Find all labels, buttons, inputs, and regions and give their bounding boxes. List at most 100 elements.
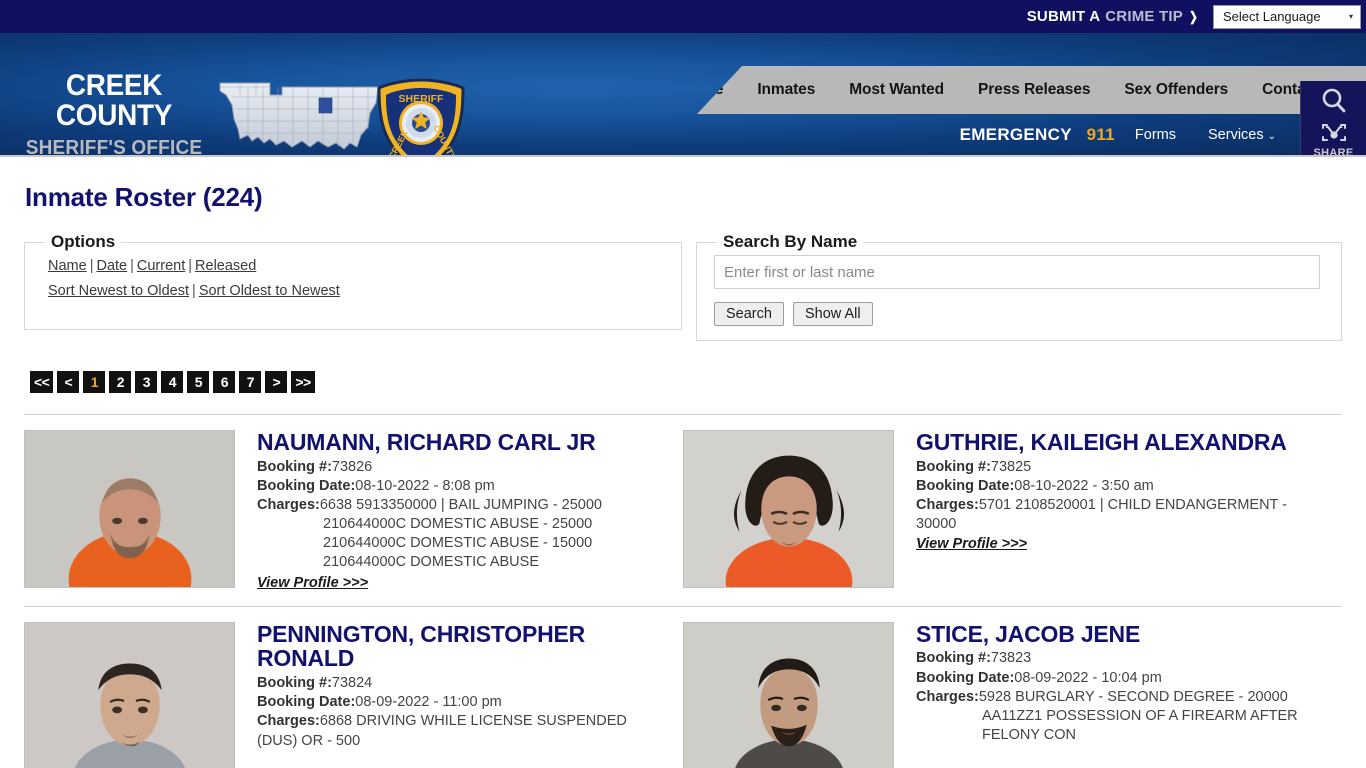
pagination-first[interactable]: <<: [30, 371, 54, 393]
chevron-down-icon: ▾: [1348, 12, 1353, 21]
search-panel: Search By Name Search Show All: [696, 232, 1342, 341]
charges-label: Charges:: [257, 497, 320, 514]
pagination-page-4[interactable]: 4: [161, 371, 184, 393]
inmate-info: STICE, JACOB JENE Booking #:73823 Bookin…: [894, 620, 1326, 768]
booking-date-label: Booking Date:: [257, 694, 356, 711]
inmate-name: STICE, JACOB JENE: [916, 620, 1141, 647]
option-link-released[interactable]: Released: [195, 258, 256, 274]
filters-row: Options Name | Date | Current | Released Sort …: [24, 232, 1342, 341]
pagination-page-1[interactable]: 1: [83, 371, 106, 393]
pagination-page-7[interactable]: 7: [239, 371, 262, 393]
search-input[interactable]: [714, 255, 1320, 289]
inmate-booking-number: Booking #:73825: [916, 458, 1326, 477]
booking-date-label: Booking Date:: [916, 669, 1015, 686]
inmate-card: GUTHRIE, KAILEIGH ALEXANDRA Booking #:73…: [683, 430, 1342, 592]
pagination-page-6[interactable]: 6: [213, 371, 236, 393]
separator: |: [89, 258, 94, 274]
option-link-sort-oldest-newest[interactable]: Sort Oldest to Newest: [199, 283, 340, 299]
crime-tip-highlight: CRIME TIP: [1105, 8, 1183, 25]
emergency-number: 911: [1086, 124, 1115, 144]
inmate-card: STICE, JACOB JENE Booking #:73823 Bookin…: [683, 620, 1342, 768]
page-title: Inmate Roster (224): [25, 182, 263, 212]
pagination-page-2[interactable]: 2: [109, 371, 132, 393]
options-sort-links: Sort Newest to Oldest | Sort Oldest to New…: [48, 283, 669, 299]
roster-row: PENNINGTON, CHRISTOPHER RONALD Booking #…: [24, 605, 1342, 768]
chevron-right-icon: ❯: [1189, 9, 1198, 24]
pagination-next[interactable]: >: [265, 371, 288, 393]
share-icon[interactable]: [1319, 121, 1349, 150]
booking-number-label: Booking #:: [916, 650, 991, 667]
inmate-charges: Charges:6868 DRIVING WHILE LICENSE SUSPE…: [257, 712, 667, 750]
search-legend: Search By Name: [723, 232, 858, 251]
show-all-button[interactable]: Show All: [792, 302, 873, 326]
emergency-callout: EMERGENCY 911: [960, 125, 1115, 145]
inmate-booking-date: Booking Date:08-10-2022 - 8:08 pm: [257, 477, 667, 496]
booking-number-value: 73825: [990, 458, 1032, 475]
view-profile-link[interactable]: View Profile >>>: [916, 536, 1027, 552]
options-legend: Options: [51, 232, 116, 251]
mugshot-photo: [24, 430, 235, 588]
option-link-current[interactable]: Current: [137, 258, 185, 274]
nav-item-forms[interactable]: Forms: [1119, 127, 1192, 143]
nav-item-sex-offenders[interactable]: Sex Offenders: [1107, 81, 1245, 99]
booking-number-label: Booking #:: [257, 458, 332, 475]
top-utility-bar: SUBMIT A CRIME TIP ❯ Select Language ▾: [0, 0, 1366, 33]
charges-label: Charges:: [916, 688, 979, 705]
separator: |: [192, 283, 196, 299]
inmate-name: PENNINGTON, CHRISTOPHER RONALD: [257, 620, 586, 672]
inmate-name: NAUMANN, RICHARD CARL JR: [257, 429, 596, 455]
inmate-info: PENNINGTON, CHRISTOPHER RONALD Booking #…: [235, 620, 667, 768]
inmate-roster-list: NAUMANN, RICHARD CARL JR Booking #:73826…: [24, 414, 1342, 768]
pagination-page-5[interactable]: 5: [187, 371, 210, 393]
roster-row: NAUMANN, RICHARD CARL JR Booking #:73826…: [24, 414, 1342, 592]
inmate-card: PENNINGTON, CHRISTOPHER RONALD Booking #…: [24, 620, 683, 768]
charge-item: 6638 5913350000 | BAIL JUMPING - 25000: [319, 497, 602, 514]
booking-number-label: Booking #:: [916, 458, 991, 475]
select-language-dropdown[interactable]: Select Language ▾: [1213, 4, 1361, 29]
booking-date-label: Booking Date:: [916, 477, 1015, 494]
pagination: << < 1 2 3 4 5 6 7 > >>: [30, 371, 1342, 393]
nav-item-press-releases[interactable]: Press Releases: [961, 81, 1107, 99]
pagination-page-3[interactable]: 3: [135, 371, 158, 393]
option-link-name[interactable]: Name: [48, 258, 87, 274]
nav-item-most-wanted[interactable]: Most Wanted: [832, 81, 961, 99]
share-label: SHARE: [1313, 147, 1354, 155]
search-button[interactable]: Search: [714, 302, 784, 326]
inmate-card: NAUMANN, RICHARD CARL JR Booking #:73826…: [24, 430, 683, 592]
nav-item-home[interactable]: Home: [697, 81, 740, 99]
pagination-last[interactable]: >>: [291, 371, 315, 393]
chevron-down-icon: ⌄: [1267, 130, 1276, 142]
inmate-charges: Charges:5928 BURGLARY - SECOND DEGREE - …: [916, 688, 1326, 745]
option-link-date[interactable]: Date: [96, 258, 127, 274]
charge-item: AA11ZZ1 POSSESSION OF A FIREARM AFTER FE…: [982, 707, 1298, 743]
nav-item-services[interactable]: Services ⌄: [1192, 127, 1284, 143]
pagination-prev[interactable]: <: [57, 371, 80, 393]
separator: |: [130, 258, 134, 274]
inmate-booking-number: Booking #:73826: [257, 458, 667, 477]
booking-date-value: 08-10-2022 - 8:08 pm: [355, 477, 495, 494]
inmate-info: NAUMANN, RICHARD CARL JR Booking #:73826…: [235, 430, 667, 592]
booking-number-value: 73826: [331, 458, 373, 475]
mugshot-photo: [683, 621, 894, 768]
view-profile-link[interactable]: View Profile >>>: [257, 575, 368, 591]
mugshot-photo: [683, 430, 894, 588]
inmate-booking-number: Booking #:73823: [916, 649, 1326, 668]
site-masthead: CREEK COUNTY SHERIFF'S OFFICE Phone: 918…: [0, 33, 1366, 155]
booking-date-value: 08-09-2022 - 10:04 pm: [1014, 669, 1162, 686]
search-icon[interactable]: [1319, 86, 1349, 121]
primary-navigation: Home Inmates Most Wanted Press Releases …: [697, 66, 1366, 114]
booking-number-value: 73823: [990, 650, 1032, 667]
option-link-sort-newest-oldest[interactable]: Sort Newest to Oldest: [48, 283, 189, 299]
search-share-box[interactable]: SHARE: [1300, 81, 1366, 155]
select-language-label: Select Language: [1223, 9, 1321, 24]
submit-crime-tip-link[interactable]: SUBMIT A CRIME TIP ❯: [1027, 8, 1199, 25]
nav-item-inmates[interactable]: Inmates: [740, 81, 832, 99]
inmate-booking-date: Booking Date:08-09-2022 - 11:00 pm: [257, 693, 667, 712]
options-filter-links: Name | Date | Current | Released: [48, 258, 669, 274]
search-buttons: Search Show All: [714, 302, 1329, 326]
inmate-name: GUTHRIE, KAILEIGH ALEXANDRA: [916, 429, 1287, 455]
nav-services-label: Services: [1208, 126, 1264, 143]
separator: |: [188, 258, 193, 274]
charge-item: 5928 BURGLARY - SECOND DEGREE - 20000: [978, 688, 1288, 705]
inmate-info: GUTHRIE, KAILEIGH ALEXANDRA Booking #:73…: [894, 430, 1326, 592]
